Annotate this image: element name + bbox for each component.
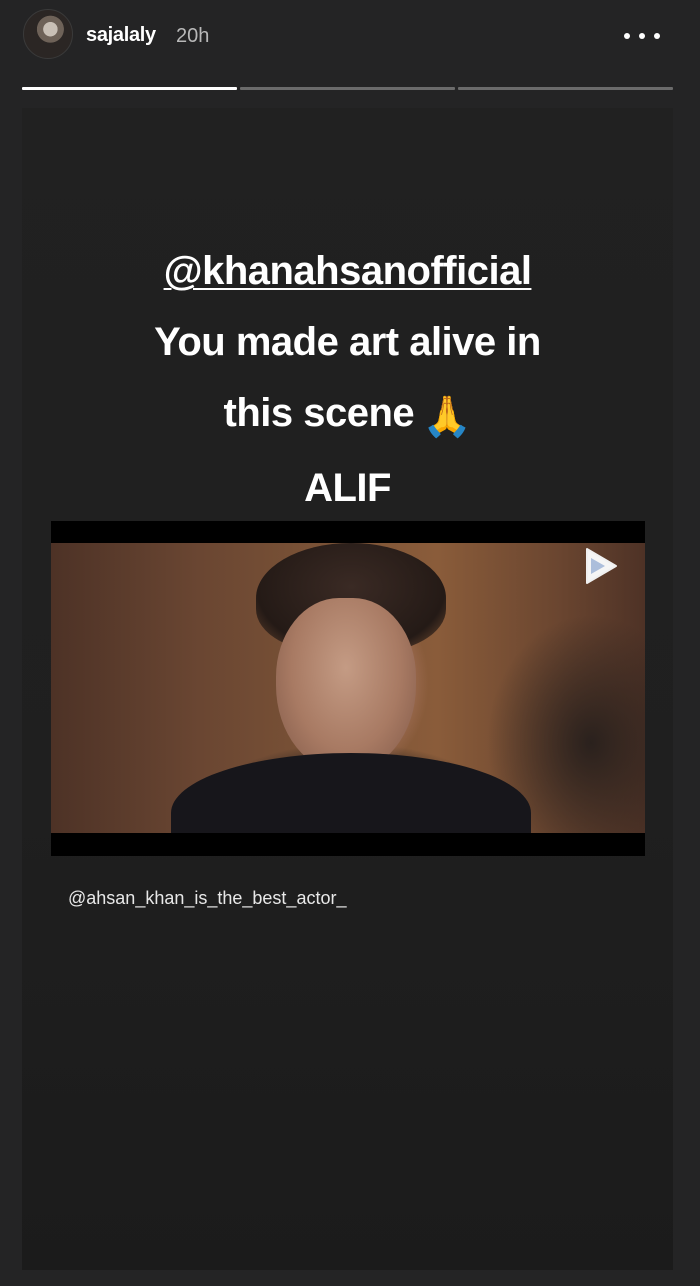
progress-fill xyxy=(22,87,237,90)
username[interactable]: sajalaly xyxy=(86,24,156,47)
caption-line: You made art alive in xyxy=(154,320,541,364)
timestamp: 20h xyxy=(176,25,210,47)
video-figure-coat xyxy=(171,753,531,833)
story-progress-bar xyxy=(22,87,673,90)
video-frame xyxy=(51,543,645,833)
play-icon[interactable] xyxy=(583,546,619,586)
avatar[interactable] xyxy=(23,9,73,59)
story-header: sajalaly 20h xyxy=(0,0,700,80)
story-viewer: sajalaly 20h @khanahsanofficial You made… xyxy=(0,0,700,1286)
dot-icon xyxy=(654,33,660,39)
folded-hands-emoji: 🙏 xyxy=(422,395,472,439)
more-options-icon[interactable] xyxy=(624,24,660,48)
story-content[interactable]: @khanahsanofficial You made art alive in… xyxy=(22,108,673,1270)
credit-mention[interactable]: @ahsan_khan_is_the_best_actor_ xyxy=(68,888,346,909)
caption-line: ALIF xyxy=(304,466,391,510)
progress-segment xyxy=(458,87,673,90)
progress-segment xyxy=(240,87,455,90)
story-caption: @khanahsanofficial You made art alive in… xyxy=(22,236,673,524)
video-embed[interactable] xyxy=(51,521,645,856)
progress-segment xyxy=(22,87,237,90)
caption-line-with-emoji: this scene 🙏 xyxy=(22,378,673,453)
dot-icon xyxy=(624,33,630,39)
mention-link[interactable]: @khanahsanofficial xyxy=(164,249,532,293)
caption-line: this scene xyxy=(223,391,415,435)
video-figure-face xyxy=(276,598,416,773)
dot-icon xyxy=(639,33,645,39)
